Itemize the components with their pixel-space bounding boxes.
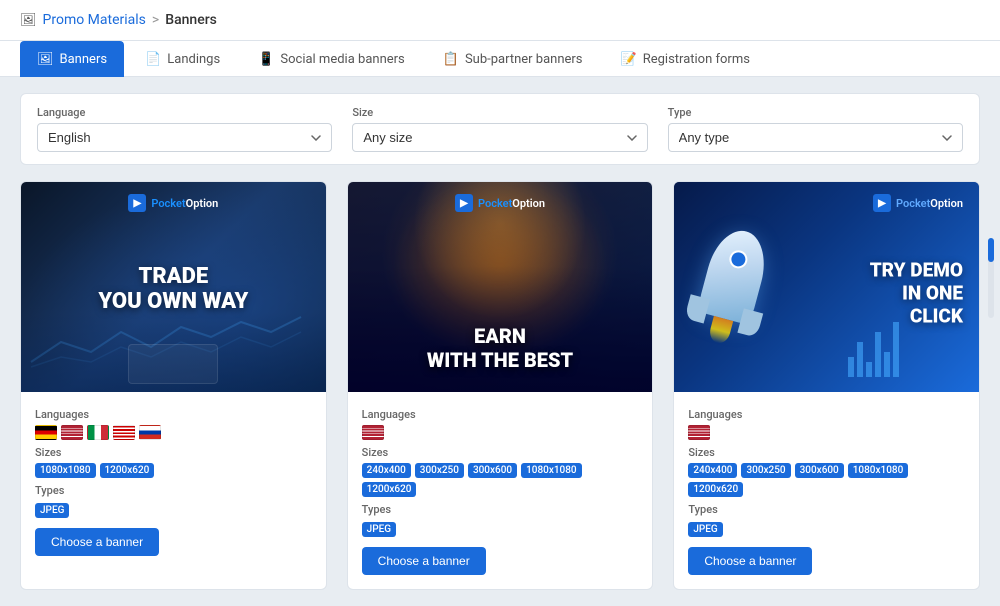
sizes-1: 1080x1080 1200x620: [35, 463, 312, 478]
banners-grid: ▶ PocketOption TRADEYOU OWN WAY Langu: [20, 181, 980, 590]
banner-card-1: ▶ PocketOption TRADEYOU OWN WAY Langu: [20, 181, 327, 590]
main-content: Language English German Spanish French R…: [0, 77, 1000, 606]
tab-registration[interactable]: 📝 Registration forms: [604, 41, 767, 77]
choose-banner-button-3[interactable]: Choose a banner: [688, 547, 812, 575]
size-badge-2-3: 300x600: [468, 463, 517, 478]
language-select[interactable]: English German Spanish French Russian: [37, 123, 332, 152]
subpartner-tab-icon: 📋: [443, 52, 459, 67]
type-filter-label: Type: [668, 106, 963, 119]
tab-subpartner[interactable]: 📋 Sub-partner banners: [426, 41, 600, 77]
sizes-label-2: Sizes: [362, 446, 639, 459]
size-badge-2-4: 1080x1080: [521, 463, 582, 478]
size-badge-1-1: 1080x1080: [35, 463, 96, 478]
filters-bar: Language English German Spanish French R…: [20, 93, 980, 165]
flag-my-1: [113, 425, 135, 440]
types-label-2: Types: [362, 503, 639, 516]
breadcrumb-parent[interactable]: Promo Materials: [43, 12, 146, 28]
flag-us-2: [362, 425, 384, 440]
banner-1-headline: TRADEYOU OWN WAY: [98, 264, 248, 315]
registration-tab-icon: 📝: [621, 52, 637, 67]
type-badge-3-1: JPEG: [688, 522, 722, 537]
language-filter-group: Language English German Spanish French R…: [37, 106, 332, 152]
size-badge-3-5: 1200x620: [688, 482, 743, 497]
types-label-3: Types: [688, 503, 965, 516]
languages-label-1: Languages: [35, 408, 312, 421]
card-3-body: Languages Sizes 240x400 300x250 300x600 …: [674, 392, 979, 589]
sizes-label-3: Sizes: [688, 446, 965, 459]
banner-card-3: ▶ PocketOption TRY DEMOIN ONECLICK Langu…: [673, 181, 980, 590]
scrollbar-thumb[interactable]: [988, 238, 994, 262]
size-badge-3-4: 1080x1080: [848, 463, 909, 478]
flags-1: [35, 425, 312, 440]
choose-banner-button-2[interactable]: Choose a banner: [362, 547, 486, 575]
chart-bars-3: [848, 322, 899, 377]
tab-landings[interactable]: 📄 Landings: [128, 41, 237, 77]
tabs-navigation: 🖼 Banners 📄 Landings 📱 Social media bann…: [0, 41, 1000, 77]
types-label-1: Types: [35, 484, 312, 497]
tab-social[interactable]: 📱 Social media banners: [241, 41, 422, 77]
size-filter-label: Size: [352, 106, 647, 119]
pocket-logo-icon-2: ▶: [455, 194, 473, 212]
social-tab-icon: 📱: [258, 52, 274, 67]
sizes-3: 240x400 300x250 300x600 1080x1080 1200x6…: [688, 463, 965, 497]
landings-tab-icon: 📄: [145, 52, 161, 67]
scrollbar-track: [988, 238, 994, 318]
size-badge-3-1: 240x400: [688, 463, 737, 478]
breadcrumb-current: Banners: [165, 12, 217, 28]
type-badge-1-1: JPEG: [35, 503, 69, 518]
language-filter-label: Language: [37, 106, 332, 119]
type-select[interactable]: Any type JPEG PNG GIF HTML5: [668, 123, 963, 152]
banner-card-2: ▶ PocketOption EARNWITH THE BEST Languag…: [347, 181, 654, 590]
banner-image-2: ▶ PocketOption EARNWITH THE BEST: [348, 182, 653, 392]
size-badge-1-2: 1200x620: [100, 463, 155, 478]
flag-it-1: [87, 425, 109, 440]
size-filter-group: Size Any size 240x400 300x250 300x600 10…: [352, 106, 647, 152]
laptop-hint: [128, 344, 218, 384]
flags-3: [688, 425, 965, 440]
pocket-logo-text-1: PocketOption: [151, 197, 218, 210]
pocket-logo-icon-1: ▶: [128, 194, 146, 212]
breadcrumb-icon: 🖼: [20, 13, 37, 28]
banner-2-headline: EARNWITH THE BEST: [427, 324, 573, 372]
flag-us-1: [61, 425, 83, 440]
languages-label-3: Languages: [688, 408, 965, 421]
size-badge-3-3: 300x600: [795, 463, 844, 478]
breadcrumb-separator: >: [152, 12, 159, 28]
tab-banners[interactable]: 🖼 Banners: [20, 41, 124, 77]
banner-image-3: ▶ PocketOption TRY DEMOIN ONECLICK: [674, 182, 979, 392]
card-1-body: Languages Sizes 1080x1080 1200x620 Types…: [21, 392, 326, 570]
type-filter-group: Type Any type JPEG PNG GIF HTML5: [668, 106, 963, 152]
flag-ru-1: [139, 425, 161, 440]
banner-3-headline: TRY DEMOIN ONECLICK: [870, 260, 963, 328]
size-badge-3-2: 300x250: [741, 463, 790, 478]
card-2-body: Languages Sizes 240x400 300x250 300x600 …: [348, 392, 653, 589]
type-badge-2-1: JPEG: [362, 522, 396, 537]
pocket-logo-text-2: PocketOption: [478, 197, 545, 210]
size-badge-2-2: 300x250: [415, 463, 464, 478]
flag-de-1: [35, 425, 57, 440]
size-select[interactable]: Any size 240x400 300x250 300x600 1080x10…: [352, 123, 647, 152]
flag-us-3: [688, 425, 710, 440]
size-badge-2-5: 1200x620: [362, 482, 417, 497]
size-badge-2-1: 240x400: [362, 463, 411, 478]
banner-image-1: ▶ PocketOption TRADEYOU OWN WAY: [21, 182, 326, 392]
sizes-2: 240x400 300x250 300x600 1080x1080 1200x6…: [362, 463, 639, 497]
sizes-label-1: Sizes: [35, 446, 312, 459]
pocket-logo-text-3: PocketOption: [896, 197, 963, 210]
breadcrumb-bar: 🖼 Promo Materials > Banners: [0, 0, 1000, 41]
flags-2: [362, 425, 639, 440]
banners-tab-icon: 🖼: [37, 52, 54, 67]
pocket-logo-icon-3: ▶: [873, 194, 891, 212]
choose-banner-button-1[interactable]: Choose a banner: [35, 528, 159, 556]
languages-label-2: Languages: [362, 408, 639, 421]
